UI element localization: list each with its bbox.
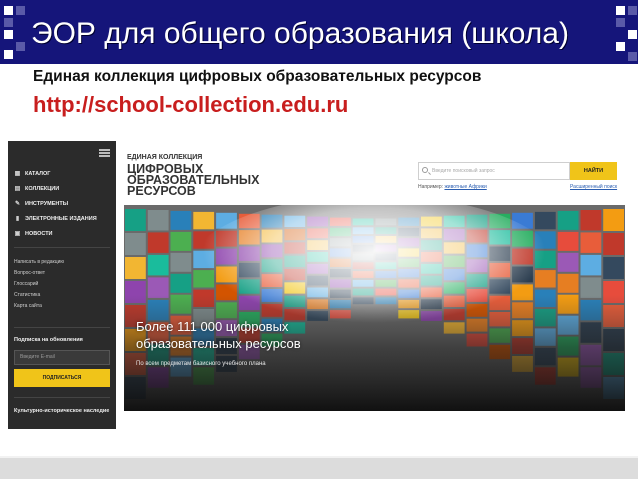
sidebar-nav: ▦ КАТАЛОГ ▤ КОЛЛЕКЦИИ ✎ ИНСТРУМЕНТЫ ▮ ЭЛ… [14,166,97,241]
decorative-square [616,18,625,27]
divider [14,397,110,398]
thumbnail [147,277,169,298]
thumbnail [125,209,146,231]
thumbnail [580,232,602,253]
sidebar-item-label: ИНСТРУМЕНТЫ [25,200,69,207]
search-placeholder: Введите поисковый запрос [432,168,495,174]
divider [14,247,110,248]
decorative-square [4,50,13,59]
slide: ЭОР для общего образования (школа) Едина… [0,0,638,479]
site-logo[interactable]: ЦИФРОВЫХ ОБРАЗОВАТЕЛЬНЫХ РЕСУРСОВ [127,163,260,198]
sidebar-item-catalog[interactable]: ▦ КАТАЛОГ [14,166,97,181]
tools-icon: ✎ [14,200,21,207]
resource-thumbnail-wall [124,205,625,411]
thumbnail [557,231,579,251]
sidebar-item-label: ЭЛЕКТРОННЫЕ ИЗДАНИЯ [25,215,97,222]
catalog-icon: ▦ [14,170,21,177]
thumbnail [147,254,169,276]
search-button[interactable]: НАЙТИ [570,162,617,180]
hero-subtitle: По всем предметам базисного учебного пла… [136,361,266,367]
sidebar-links: Написать в редакцию Вопрос-ответ Глоссар… [14,259,64,314]
sidebar-item-news[interactable]: ▣ НОВОСТИ [14,226,97,241]
slide-title: ЭОР для общего образования (школа) [31,17,569,50]
sidebar-item-label: КОЛЛЕКЦИИ [25,185,60,192]
sidebar-link[interactable]: Карта сайта [14,303,64,314]
hero-line: Более 111 000 цифровых [136,319,289,334]
site-sidebar: ▦ КАТАЛОГ ▤ КОЛЛЕКЦИИ ✎ ИНСТРУМЕНТЫ ▮ ЭЛ… [8,141,116,429]
decorative-square [616,42,625,51]
sidebar-item-tools[interactable]: ✎ ИНСТРУМЕНТЫ [14,196,97,211]
sidebar-link[interactable]: Написать в редакцию [14,259,64,270]
collection-url[interactable]: http://school-collection.edu.ru [33,92,348,118]
news-icon: ▣ [14,230,21,237]
thumbnail [193,211,215,230]
slide-subtitle: Единая коллекция цифровых образовательны… [33,68,482,85]
culture-heritage-heading[interactable]: Культурно-историческое наследие [14,407,110,416]
decorative-square [16,42,25,51]
search-example: Например: животные Африки [418,184,487,190]
thumbnail [580,254,602,276]
footer-band [0,458,638,479]
sidebar-item-label: НОВОСТИ [25,230,53,237]
hero-line: образовательных ресурсов [136,336,301,351]
search-input[interactable]: Введите поисковый запрос [418,162,570,180]
search-icon [422,167,428,173]
sidebar-item-ebooks[interactable]: ▮ ЭЛЕКТРОННЫЕ ИЗДАНИЯ [14,211,97,226]
divider [14,327,110,328]
email-field[interactable]: Введите E-mail [14,350,110,365]
thumbnail [170,231,192,251]
sidebar-link[interactable]: Глоссарий [14,281,64,292]
thumbnail [580,210,602,231]
logo-line: РЕСУРСОВ [127,184,196,198]
sidebar-link[interactable]: Вопрос-ответ [14,270,64,281]
subscribe-title: Подписка на обновления [14,337,83,343]
title-bar: ЭОР для общего образования (школа) [0,0,638,64]
menu-icon[interactable] [99,149,110,157]
sidebar-item-label: КАТАЛОГ [25,170,51,177]
thumbnail [534,211,556,230]
thumbnail [557,210,579,230]
decorative-square [616,6,625,15]
decorative-square [4,6,13,15]
example-link[interactable]: животные Африки [444,184,486,190]
decorative-square [4,30,13,39]
thumbnail [147,210,169,231]
decorative-square [628,6,637,15]
example-prefix: Например: [418,184,444,190]
site-main: ЕДИНАЯ КОЛЛЕКЦИЯ ЦИФРОВЫХ ОБРАЗОВАТЕЛЬНЫ… [124,141,625,411]
thumbnail [170,210,192,230]
thumbnail [603,257,624,279]
decorative-square [628,30,637,39]
thumbnail [580,277,602,298]
thumbnail [147,232,169,253]
subscribe-button[interactable]: ПОДПИСАТЬСЯ [14,369,110,387]
floor-shade [124,295,625,411]
thumbnail [125,257,146,279]
logo-line-small: ЕДИНАЯ КОЛЛЕКЦИЯ [127,154,203,161]
decorative-square [4,18,13,27]
ebooks-icon: ▮ [15,215,20,222]
thumbnail [603,233,624,255]
sidebar-link[interactable]: Статистика [14,292,64,303]
decorative-square [16,6,25,15]
collections-icon: ▤ [14,185,21,192]
sidebar-item-collections[interactable]: ▤ КОЛЛЕКЦИИ [14,181,97,196]
thumbnail [125,233,146,255]
thumbnail [603,209,624,231]
hero-title: Более 111 000 цифровых образовательных р… [136,318,301,352]
advanced-search-link[interactable]: Расширенный поиск [570,184,617,190]
decorative-square [628,52,637,61]
